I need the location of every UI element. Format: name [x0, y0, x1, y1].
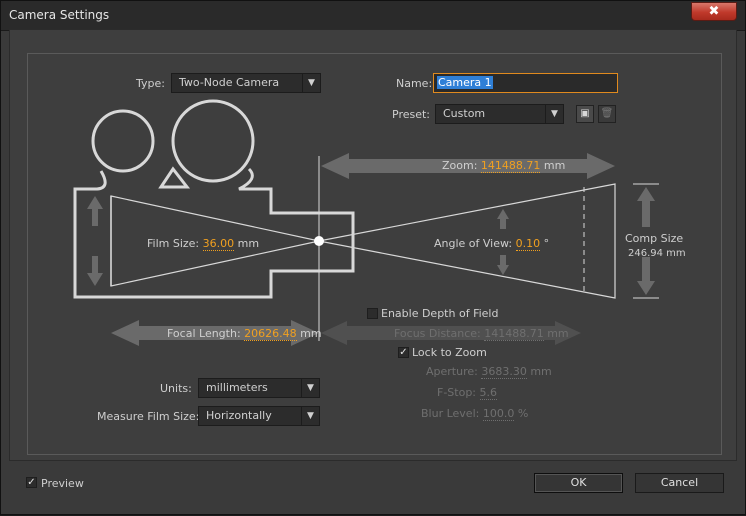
- name-label: Name:: [396, 77, 433, 90]
- save-icon: ▣: [580, 108, 590, 119]
- film-size-unit: mm: [237, 237, 260, 250]
- camera-viewfinder: [158, 166, 191, 189]
- preset-dropdown[interactable]: Custom ▼: [435, 104, 564, 124]
- film-size-readout: Film Size: 36.00 mm: [147, 237, 260, 251]
- fstop-label: F-Stop:: [437, 386, 477, 399]
- preview-label: Preview: [41, 477, 84, 490]
- aperture-value[interactable]: 3683.30: [481, 365, 527, 379]
- focus-distance-value[interactable]: 141488.71: [484, 327, 544, 341]
- camera-body-outline: [73, 167, 355, 299]
- camera-reel-left: [91, 109, 155, 173]
- enable-depth-of-field-checkbox[interactable]: [367, 308, 378, 319]
- chevron-down-icon: ▼: [302, 74, 320, 92]
- name-input[interactable]: Camera 1: [433, 73, 618, 93]
- aperture-readout: Aperture: 3683.30 mm: [426, 365, 552, 379]
- measure-film-size-value: Horizontally: [206, 409, 272, 422]
- zoom-value[interactable]: 141488.71: [480, 159, 541, 173]
- focal-length-unit: mm: [300, 327, 322, 340]
- aperture-unit: mm: [530, 365, 552, 378]
- zoom-readout: Zoom: 141488.71 mm: [442, 159, 566, 173]
- enable-depth-of-field-label: Enable Depth of Field: [381, 307, 499, 320]
- comp-size-label: Comp Size: [625, 232, 684, 245]
- zoom-label: Zoom:: [442, 159, 478, 172]
- preset-label: Preset:: [392, 108, 431, 121]
- type-label: Type:: [136, 77, 165, 90]
- type-value: Two-Node Camera: [179, 76, 280, 89]
- focal-length-label: Focal Length:: [167, 327, 241, 340]
- focus-distance-readout: Focus Distance: 141488.71 mm: [394, 327, 569, 341]
- chevron-down-icon: ▼: [545, 105, 563, 123]
- fstop-readout: F-Stop: 5.6: [437, 386, 498, 400]
- comp-size-value: 246.94 mm: [628, 248, 686, 259]
- blur-level-readout: Blur Level: 100.0 %: [421, 407, 529, 421]
- trash-icon: 🗑: [600, 108, 614, 119]
- film-size-value[interactable]: 36.00: [202, 237, 235, 251]
- units-value: millimeters: [206, 381, 268, 394]
- units-label: Units:: [160, 382, 192, 395]
- preset-value: Custom: [443, 107, 486, 120]
- blur-level-value[interactable]: 100.0: [482, 407, 515, 421]
- measure-film-size-dropdown[interactable]: Horizontally ▼: [198, 406, 320, 426]
- zoom-unit: mm: [543, 159, 566, 172]
- ok-button[interactable]: OK: [534, 473, 623, 493]
- angle-of-view-readout: Angle of View: 0.10 °: [434, 237, 550, 251]
- checkmark-icon: ✓: [27, 477, 36, 488]
- type-dropdown[interactable]: Two-Node Camera ▼: [171, 73, 321, 93]
- cancel-button[interactable]: Cancel: [635, 473, 724, 493]
- focal-length-readout: Focal Length: 20626.48 mm: [167, 327, 322, 341]
- name-value: Camera 1: [437, 76, 493, 89]
- camera-reel-right: [171, 99, 255, 183]
- lock-to-zoom-label: Lock to Zoom: [412, 346, 487, 359]
- focal-length-value[interactable]: 20626.48: [244, 327, 297, 341]
- units-dropdown[interactable]: millimeters ▼: [198, 378, 320, 398]
- camera-settings-window: Camera Settings ✖ Type: Two-Node Camera …: [0, 0, 746, 515]
- save-preset-button[interactable]: ▣: [576, 105, 594, 123]
- focus-distance-label: Focus Distance:: [394, 327, 481, 340]
- blur-level-unit: %: [517, 407, 529, 420]
- angle-of-view-label: Angle of View:: [434, 237, 513, 250]
- measure-film-size-label: Measure Film Size:: [97, 410, 200, 423]
- film-size-label: Film Size:: [147, 237, 200, 250]
- delete-preset-button[interactable]: 🗑: [598, 105, 616, 123]
- fstop-value[interactable]: 5.6: [479, 386, 498, 400]
- aperture-label: Aperture:: [426, 365, 478, 378]
- angle-of-view-unit: °: [543, 237, 550, 250]
- preview-checkbox[interactable]: ✓: [26, 477, 37, 488]
- chevron-down-icon: ▼: [301, 379, 319, 397]
- lens-node: [314, 236, 324, 246]
- film-size-arrows: [87, 196, 103, 286]
- checkmark-icon: ✓: [399, 347, 408, 358]
- focus-distance-unit: mm: [547, 327, 569, 340]
- angle-of-view-value[interactable]: 0.10: [515, 237, 541, 251]
- chevron-down-icon: ▼: [301, 407, 319, 425]
- blur-level-label: Blur Level:: [421, 407, 480, 420]
- lock-to-zoom-checkbox[interactable]: ✓: [398, 347, 409, 358]
